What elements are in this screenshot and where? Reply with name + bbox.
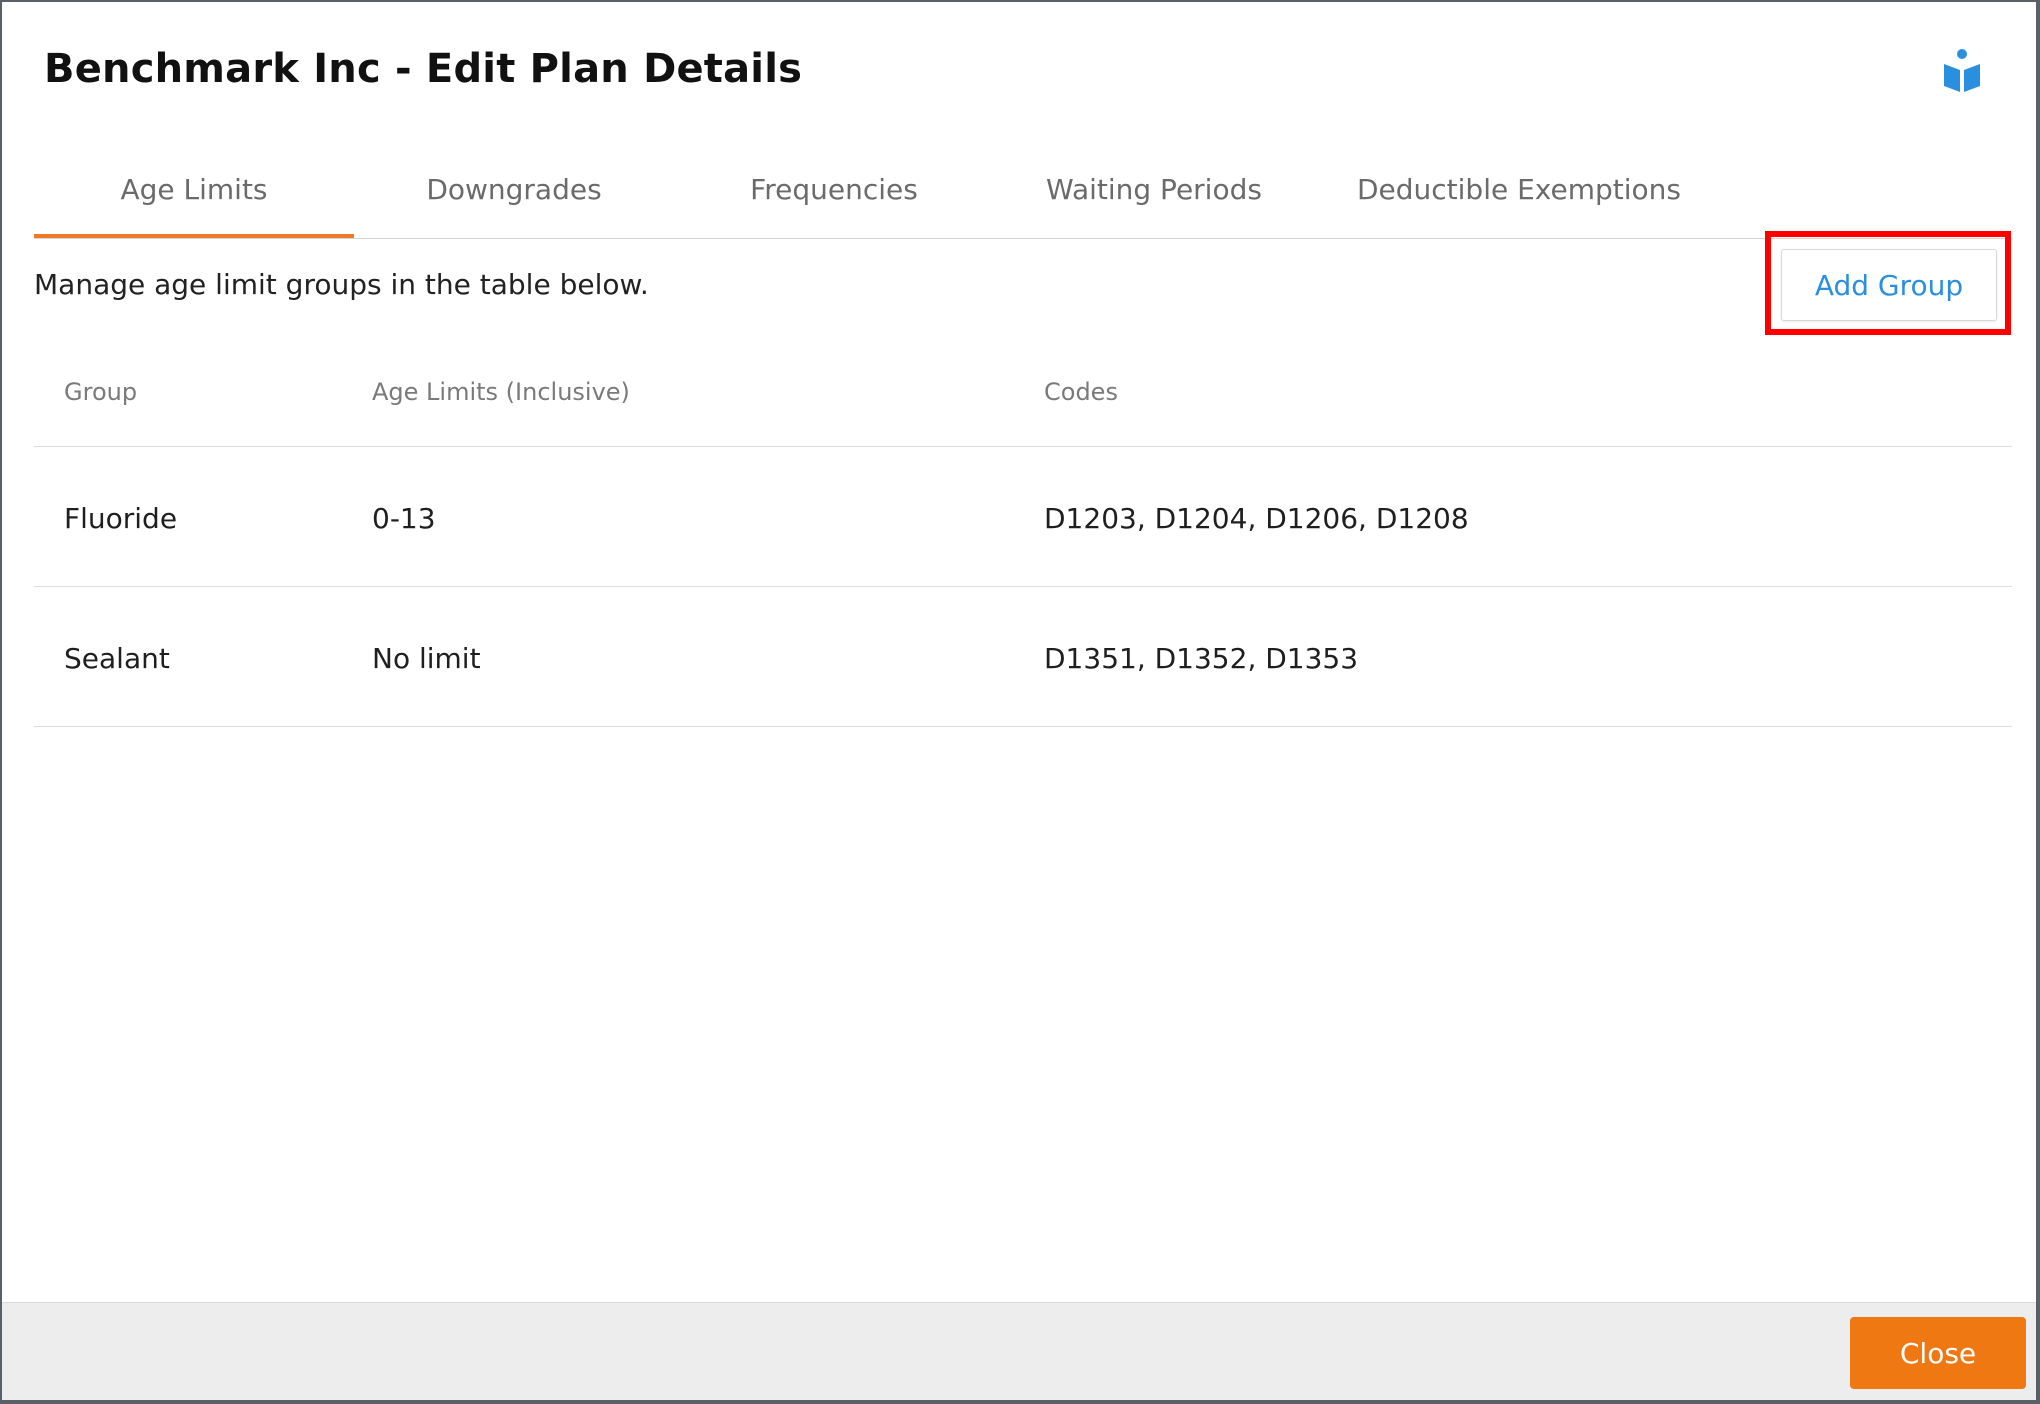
tab-downgrades[interactable]: Downgrades	[354, 162, 674, 234]
cell-age-limits: No limit	[372, 642, 481, 675]
row-divider	[34, 726, 2012, 727]
close-button[interactable]: Close	[1850, 1317, 2026, 1389]
dialog-title: Benchmark Inc - Edit Plan Details	[44, 46, 803, 92]
reader-book-icon[interactable]	[1942, 48, 1982, 94]
cell-group: Sealant	[64, 642, 170, 675]
column-header-codes: Codes	[1044, 378, 1118, 406]
cell-codes: D1203, D1204, D1206, D1208	[1044, 502, 1469, 535]
cell-group: Fluoride	[64, 502, 178, 535]
tab-waiting-periods[interactable]: Waiting Periods	[994, 162, 1314, 234]
tab-deductible-exemptions[interactable]: Deductible Exemptions	[1314, 162, 1724, 234]
tab-age-limits[interactable]: Age Limits	[34, 162, 354, 238]
tab-frequencies[interactable]: Frequencies	[674, 162, 994, 234]
column-header-age-limits: Age Limits (Inclusive)	[372, 378, 630, 406]
column-header-group: Group	[64, 378, 138, 406]
cell-age-limits: 0-13	[372, 502, 436, 535]
row-divider	[34, 586, 2012, 587]
tab-bar: Age Limits Downgrades Frequencies Waitin…	[34, 162, 2012, 239]
cell-codes: D1351, D1352, D1353	[1044, 642, 1359, 675]
add-group-button[interactable]: Add Group	[1781, 249, 1997, 321]
header-divider	[34, 446, 2012, 447]
edit-plan-dialog: Benchmark Inc - Edit Plan Details Age Li…	[2, 2, 2036, 1400]
panel-description: Manage age limit groups in the table bel…	[34, 268, 649, 301]
dialog-footer: Close	[2, 1302, 2036, 1400]
